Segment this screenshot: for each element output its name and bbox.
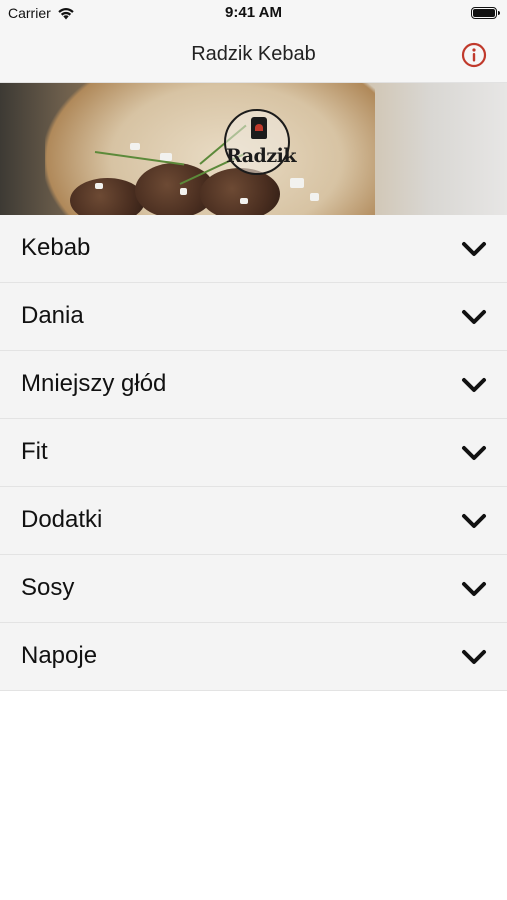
hero-meat-1 [70, 178, 145, 215]
menu-item-label: Mniejszy głód [21, 370, 167, 397]
chevron-down-icon [462, 650, 486, 664]
kebab-spit-icon [251, 117, 267, 139]
menu-item-sosy[interactable]: Sosy [0, 555, 507, 623]
hero-cheese [240, 198, 248, 204]
heart-icon [255, 124, 263, 131]
menu-item-dodatki[interactable]: Dodatki [0, 487, 507, 555]
hero-cheese [290, 178, 304, 188]
menu-item-label: Fit [21, 438, 48, 465]
hero-meat-3 [200, 168, 280, 215]
hero-cheese [130, 143, 140, 150]
menu-item-label: Dania [21, 302, 84, 329]
chevron-down-icon [462, 310, 486, 324]
menu-item-label: Napoje [21, 642, 98, 669]
menu-item-fit[interactable]: Fit [0, 419, 507, 487]
status-time: 9:41 AM [225, 4, 282, 21]
hero-cheese [95, 183, 103, 189]
chevron-down-icon [462, 446, 486, 460]
menu-item-kebab[interactable]: Kebab [0, 215, 507, 283]
chevron-down-icon [462, 514, 486, 528]
restaurant-logo: Radzik [224, 109, 297, 175]
chevron-down-icon [462, 378, 486, 392]
menu-category-list: Kebab Dania Mniejszy głód Fit Dodatki So… [0, 215, 507, 691]
status-bar: Carrier 9:41 AM [0, 0, 507, 26]
info-button[interactable] [461, 42, 487, 68]
battery-fill [473, 9, 495, 17]
logo-text: Radzik [226, 145, 297, 167]
hero-cheese [310, 193, 319, 201]
hero-banner-image: Radzik [0, 83, 507, 215]
hero-cheese [180, 188, 187, 195]
chevron-down-icon [462, 582, 486, 596]
menu-item-label: Dodatki [21, 506, 103, 533]
battery-icon [471, 7, 500, 19]
menu-item-napoje[interactable]: Napoje [0, 623, 507, 691]
page-title: Radzik Kebab [191, 43, 316, 65]
menu-item-mniejszy-glod[interactable]: Mniejszy głód [0, 351, 507, 419]
navigation-bar: Radzik Kebab [0, 26, 507, 83]
menu-item-dania[interactable]: Dania [0, 283, 507, 351]
chevron-down-icon [462, 242, 486, 256]
info-icon [461, 42, 487, 68]
menu-item-label: Sosy [21, 574, 75, 601]
menu-item-label: Kebab [21, 234, 91, 261]
